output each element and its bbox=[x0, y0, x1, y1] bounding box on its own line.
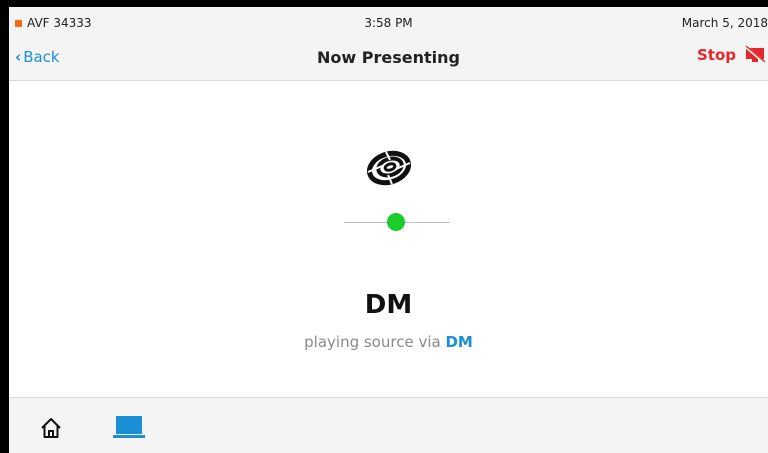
status-date: March 5, 2018 bbox=[681, 16, 768, 30]
subtitle-source: DM bbox=[445, 333, 473, 351]
home-icon[interactable] bbox=[39, 416, 63, 440]
touch-panel-screen: AVF 34333 3:58 PM March 5, 2018 ‹ Back No… bbox=[9, 7, 768, 453]
source-name: DM bbox=[364, 290, 413, 320]
stop-button[interactable]: Stop bbox=[697, 46, 766, 64]
crestron-swirl-icon bbox=[366, 150, 412, 186]
navigation-bar: ‹ Back Now Presenting Stop bbox=[9, 37, 768, 81]
stop-label: Stop bbox=[696, 46, 736, 64]
page-title: Now Presenting bbox=[317, 48, 460, 67]
status-time: 3:58 PM bbox=[364, 16, 413, 30]
subtitle-prefix: playing source via bbox=[304, 333, 441, 351]
signal-status-indicator bbox=[387, 213, 405, 231]
source-subtitle: playing source via DM bbox=[9, 333, 768, 351]
bottom-navigation-bar bbox=[9, 397, 768, 453]
now-presenting-panel: DM playing source via DM bbox=[9, 82, 768, 398]
status-bar: AVF 34333 3:58 PM March 5, 2018 bbox=[9, 7, 768, 37]
laptop-icon[interactable] bbox=[113, 414, 145, 440]
display-off-icon bbox=[744, 46, 766, 64]
